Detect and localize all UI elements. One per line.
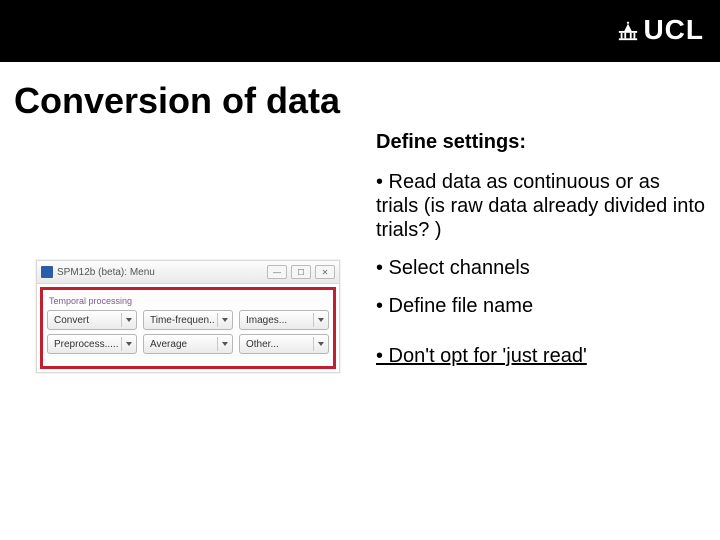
bullet-3: • Define file name — [376, 294, 706, 318]
window-titlebar: SPM12b (beta): Menu — ☐ ✕ — [37, 261, 339, 284]
bullet-1: • Read data as continuous or as trials (… — [376, 170, 706, 242]
bullet-4: • Don't opt for 'just read' — [376, 344, 706, 368]
content-column: Define settings: • Read data as continuo… — [376, 130, 706, 382]
maximize-button[interactable]: ☐ — [291, 265, 311, 279]
subheading: Define settings: — [376, 130, 706, 154]
dropdown-label: Time-frequen.. — [150, 315, 215, 326]
spm-panel: Temporal processing Convert Time-frequen… — [40, 287, 336, 369]
section-label: Temporal processing — [49, 296, 329, 306]
chevron-down-icon — [222, 318, 228, 322]
chevron-down-icon — [318, 318, 324, 322]
convert-dropdown[interactable]: Convert — [47, 310, 137, 330]
window-title: SPM12b (beta): Menu — [57, 267, 155, 278]
ucl-dome-icon — [617, 20, 639, 42]
chevron-down-icon — [222, 342, 228, 346]
dropdown-label: Convert — [54, 315, 89, 326]
preprocess-dropdown[interactable]: Preprocess..... — [47, 334, 137, 354]
bullet-2: • Select channels — [376, 256, 706, 280]
slide-title: Conversion of data — [14, 80, 720, 122]
dropdown-row-1: Convert Time-frequen.. Images... — [47, 310, 329, 330]
app-icon — [41, 266, 53, 278]
chevron-down-icon — [126, 342, 132, 346]
dropdown-row-2: Preprocess..... Average Other... — [47, 334, 329, 354]
dropdown-label: Preprocess..... — [54, 339, 118, 350]
ucl-logo: UCL — [617, 14, 704, 46]
dropdown-label: Average — [150, 339, 187, 350]
images-dropdown[interactable]: Images... — [239, 310, 329, 330]
chevron-down-icon — [318, 342, 324, 346]
top-bar: UCL — [0, 0, 720, 62]
close-button[interactable]: ✕ — [315, 265, 335, 279]
dropdown-label: Images... — [246, 315, 287, 326]
other-dropdown[interactable]: Other... — [239, 334, 329, 354]
ucl-logo-text: UCL — [643, 14, 704, 46]
spm-menu-window: SPM12b (beta): Menu — ☐ ✕ Temporal proce… — [36, 260, 340, 373]
chevron-down-icon — [126, 318, 132, 322]
minimize-button[interactable]: — — [267, 265, 287, 279]
time-frequency-dropdown[interactable]: Time-frequen.. — [143, 310, 233, 330]
dropdown-label: Other... — [246, 339, 279, 350]
average-dropdown[interactable]: Average — [143, 334, 233, 354]
